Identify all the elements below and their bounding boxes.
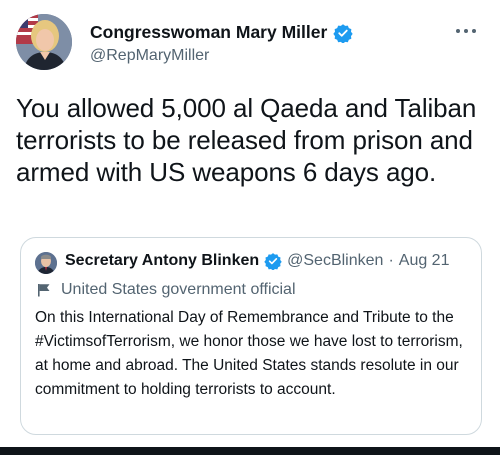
government-label-text: United States government official — [61, 281, 296, 298]
separator-dot: · — [388, 252, 394, 269]
quoted-tweet-card[interactable]: Secretary Antony Blinken @SecBlinken · A… — [20, 237, 482, 435]
quoted-author-header: Secretary Antony Blinken @SecBlinken · A… — [65, 252, 450, 271]
flag-icon — [37, 283, 51, 297]
author-header: Congresswoman Mary Miller — [90, 22, 353, 44]
screenshot-page: Congresswoman Mary Miller @RepMaryMiller… — [0, 0, 500, 455]
bottom-edge-bar — [0, 447, 500, 455]
verified-badge-icon — [333, 23, 353, 44]
avatar[interactable] — [16, 14, 72, 70]
tweet[interactable]: Congresswoman Mary Miller @RepMaryMiller… — [0, 0, 500, 447]
quoted-date[interactable]: Aug 21 — [399, 252, 450, 270]
quoted-handle[interactable]: @SecBlinken — [287, 252, 383, 270]
quoted-tweet-text: On this International Day of Remembrance… — [35, 309, 463, 398]
display-name[interactable]: Congresswoman Mary Miller — [90, 22, 327, 43]
verified-badge-icon — [264, 252, 282, 271]
tweet-text: You allowed 5,000 al Qaeda and Taliban t… — [16, 93, 477, 187]
quoted-avatar[interactable] — [35, 252, 57, 274]
more-options-icon[interactable] — [454, 24, 478, 38]
author-handle[interactable]: @RepMaryMiller — [90, 47, 209, 65]
government-official-label[interactable]: United States government official — [35, 281, 296, 299]
quoted-display-name[interactable]: Secretary Antony Blinken — [65, 252, 259, 270]
